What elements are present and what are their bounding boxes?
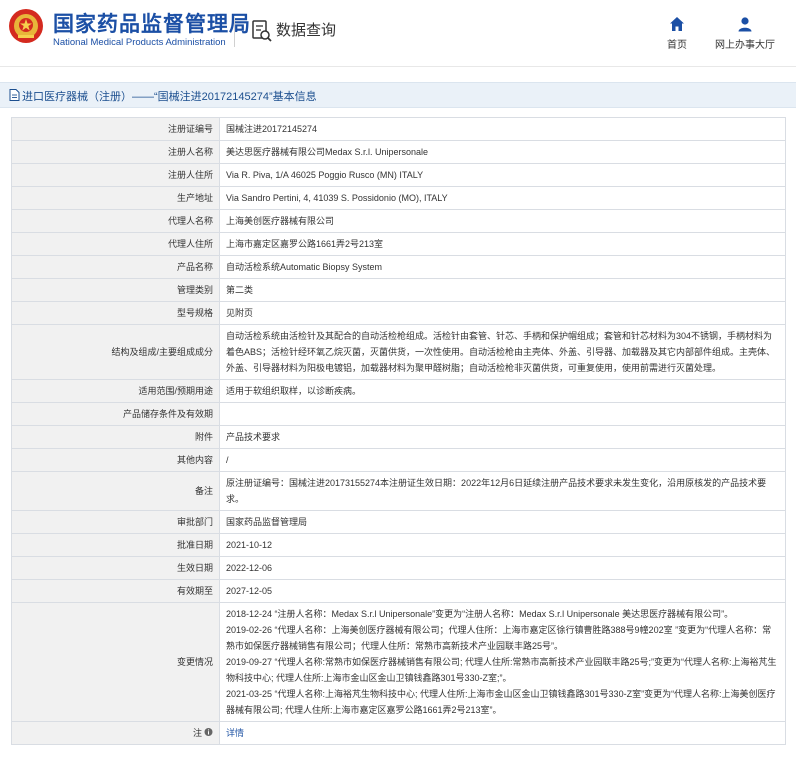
field-value: / bbox=[219, 448, 786, 472]
field-value: 自动活检系统Automatic Biopsy System bbox=[219, 255, 786, 279]
field-value: 2021-10-12 bbox=[219, 533, 786, 557]
field-value: Via R. Piva, 1/A 46025 Poggio Rusco (MN)… bbox=[219, 163, 786, 187]
notes-label: 注 bbox=[192, 728, 202, 738]
record-title-bar: 进口医疗器械（注册）——“国械注进20172145274”基本信息 bbox=[0, 82, 796, 108]
field-value: 国家药品监督管理局 bbox=[219, 510, 786, 534]
national-emblem-icon bbox=[9, 9, 43, 43]
field-label: 审批部门 bbox=[11, 510, 220, 534]
field-label: 其他内容 bbox=[11, 448, 220, 472]
change-entry: 2019-02-26 “代理人名称：上海美创医疗器械有限公司；代理人住所：上海市… bbox=[226, 625, 772, 651]
nav-home-label: 首页 bbox=[667, 40, 687, 51]
field-value: Via Sandro Pertini, 4, 41039 S. Possidon… bbox=[219, 186, 786, 210]
field-label: 注册人名称 bbox=[11, 140, 220, 164]
header-divider bbox=[234, 17, 235, 47]
nav-hall-label: 网上办事大厅 bbox=[715, 40, 775, 51]
field-value: 上海美创医疗器械有限公司 bbox=[219, 209, 786, 233]
details-link[interactable]: 详情 bbox=[226, 728, 244, 738]
table-row-changes: 变更情况 2018-12-24 “注册人名称：Medax S.r.l Unipe… bbox=[11, 602, 786, 722]
field-value: 产品技术要求 bbox=[219, 425, 786, 449]
field-label: 附件 bbox=[11, 425, 220, 449]
change-entry: 2019-09-27 “代理人名称:常熟市如保医疗器械销售有限公司; 代理人住所… bbox=[226, 657, 777, 683]
notes-value: 详情 bbox=[219, 721, 786, 745]
nav-home[interactable]: 首页 bbox=[662, 16, 692, 51]
field-label-notes: 注 bbox=[11, 721, 220, 745]
user-icon bbox=[738, 17, 752, 32]
field-value: 见附页 bbox=[219, 301, 786, 325]
table-row: 注册人住所 Via R. Piva, 1/A 46025 Poggio Rusco… bbox=[11, 163, 786, 187]
table-row: 附件 产品技术要求 bbox=[11, 425, 786, 449]
field-value: 国械注进20172145274 bbox=[219, 117, 786, 141]
field-label: 有效期至 bbox=[11, 579, 220, 603]
table-row: 其他内容 / bbox=[11, 448, 786, 472]
site-brand-chinese: 国家药品监督管理局 bbox=[53, 12, 251, 36]
field-label: 型号规格 bbox=[11, 301, 220, 325]
site-brand-english: National Medical Products Administration bbox=[53, 37, 226, 48]
table-row: 备注 原注册证编号：国械注进20173155274本注册证生效日期：2022年12… bbox=[11, 471, 786, 511]
site-header: 国家药品监督管理局 National Medical Products Admi… bbox=[0, 0, 796, 67]
field-value: 适用于软组织取样，以诊断疾病。 bbox=[219, 379, 786, 403]
home-icon bbox=[670, 17, 684, 31]
field-value: 2027-12-05 bbox=[219, 579, 786, 603]
field-label: 产品储存条件及有效期 bbox=[11, 402, 220, 426]
field-label: 生产地址 bbox=[11, 186, 220, 210]
field-value: 自动活检系统由活检针及其配合的自动活检枪组成。活检针由套管、针芯、手柄和保护帽组… bbox=[219, 324, 786, 380]
table-row: 结构及组成/主要组成成分 自动活检系统由活检针及其配合的自动活检枪组成。活检针由套… bbox=[11, 324, 786, 380]
table-row-notes: 注 详情 bbox=[11, 721, 786, 745]
field-value: 第二类 bbox=[219, 278, 786, 302]
field-label-changes: 变更情况 bbox=[11, 602, 220, 722]
document-icon bbox=[9, 89, 20, 101]
table-row: 有效期至 2027-12-05 bbox=[11, 579, 786, 603]
registration-detail-table: 注册证编号 国械注进20172145274 注册人名称 美达思医疗器械有限公司Med… bbox=[11, 117, 786, 745]
change-entry: 2021-03-25 “代理人名称:上海裕芃生物科技中心; 代理人住所:上海市金… bbox=[226, 689, 776, 715]
table-row: 代理人名称 上海美创医疗器械有限公司 bbox=[11, 209, 786, 233]
table-row: 批准日期 2021-10-12 bbox=[11, 533, 786, 557]
field-label: 注册证编号 bbox=[11, 117, 220, 141]
nav-online-service-hall[interactable]: 网上办事大厅 bbox=[713, 16, 777, 51]
field-value: 2022-12-06 bbox=[219, 556, 786, 580]
table-row: 型号规格 见附页 bbox=[11, 301, 786, 325]
table-row: 代理人住所 上海市嘉定区嘉罗公路1661弄2号213室 bbox=[11, 232, 786, 256]
table-row: 产品储存条件及有效期 bbox=[11, 402, 786, 426]
field-label: 代理人名称 bbox=[11, 209, 220, 233]
info-icon bbox=[204, 728, 213, 736]
table-row: 注册证编号 国械注进20172145274 bbox=[11, 117, 786, 141]
field-label: 结构及组成/主要组成成分 bbox=[11, 324, 220, 380]
field-label: 适用范围/预期用途 bbox=[11, 379, 220, 403]
data-query-title: 数据查询 bbox=[276, 22, 337, 39]
field-label: 注册人住所 bbox=[11, 163, 220, 187]
change-history: 2018-12-24 “注册人名称：Medax S.r.l Unipersona… bbox=[219, 602, 786, 722]
field-label: 备注 bbox=[11, 471, 220, 511]
field-label: 生效日期 bbox=[11, 556, 220, 580]
table-row: 注册人名称 美达思医疗器械有限公司Medax S.r.l. Unipersonal… bbox=[11, 140, 786, 164]
table-row: 适用范围/预期用途 适用于软组织取样，以诊断疾病。 bbox=[11, 379, 786, 403]
field-label: 批准日期 bbox=[11, 533, 220, 557]
field-value: 美达思医疗器械有限公司Medax S.r.l. Unipersonale bbox=[219, 140, 786, 164]
field-value: 原注册证编号：国械注进20173155274本注册证生效日期：2022年12月6… bbox=[219, 471, 786, 511]
table-row: 生效日期 2022-12-06 bbox=[11, 556, 786, 580]
field-value: 上海市嘉定区嘉罗公路1661弄2号213室 bbox=[219, 232, 786, 256]
table-row: 生产地址 Via Sandro Pertini, 4, 41039 S. Poss… bbox=[11, 186, 786, 210]
field-value bbox=[219, 402, 786, 426]
change-entry: 2018-12-24 “注册人名称：Medax S.r.l Unipersona… bbox=[226, 609, 734, 619]
field-label: 代理人住所 bbox=[11, 232, 220, 256]
table-row: 审批部门 国家药品监督管理局 bbox=[11, 510, 786, 534]
data-query-icon bbox=[252, 20, 272, 42]
table-row: 产品名称 自动活检系统Automatic Biopsy System bbox=[11, 255, 786, 279]
field-label: 管理类别 bbox=[11, 278, 220, 302]
field-label: 产品名称 bbox=[11, 255, 220, 279]
table-row: 管理类别 第二类 bbox=[11, 278, 786, 302]
record-title: 进口医疗器械（注册）——“国械注进20172145274”基本信息 bbox=[22, 91, 317, 103]
